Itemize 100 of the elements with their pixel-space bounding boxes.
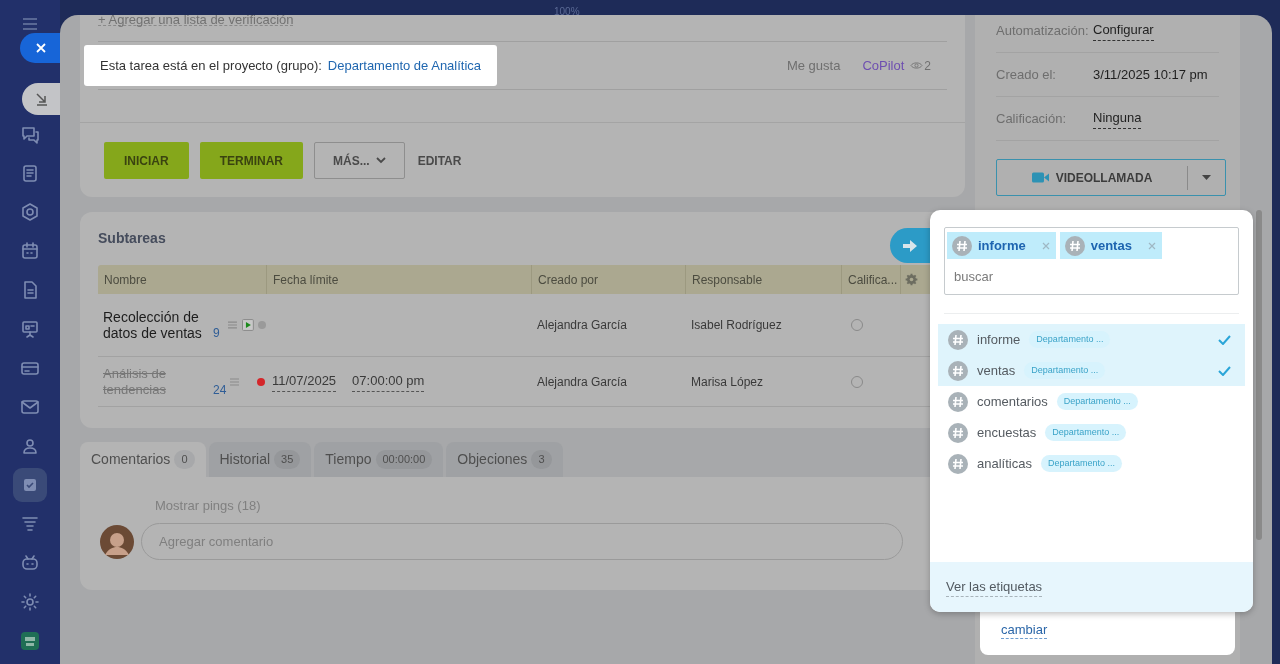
copilot-link[interactable]: CoPilot — [862, 55, 905, 76]
table-cell: Marisa López — [691, 374, 764, 389]
tag-option[interactable]: comentarios Departamento ... — [938, 386, 1245, 417]
hash-icon — [952, 235, 972, 256]
views-count: 2 — [924, 57, 931, 75]
menu-icon[interactable] — [22, 18, 38, 30]
tag-name: comentarios — [977, 392, 1048, 411]
settings-icon[interactable] — [905, 273, 918, 286]
funnel-icon — [20, 514, 40, 534]
column-header[interactable]: Califica... — [841, 265, 900, 294]
hash-icon — [948, 391, 968, 412]
tag-name: informe — [977, 330, 1021, 349]
tag-chip[interactable]: ventas — [1059, 232, 1162, 259]
detail-value: 3/11/2025 10:17 pm — [1093, 65, 1208, 84]
group-badge: Departamento ... — [1045, 424, 1127, 441]
search-field[interactable]: buscar — [947, 263, 1236, 289]
video-camera-icon — [1031, 172, 1049, 183]
more-button[interactable]: MÁS... — [314, 142, 405, 179]
tab-count: 3 — [531, 450, 552, 469]
detail-label: Creado el: — [996, 65, 1057, 84]
play-icon[interactable] — [242, 319, 255, 331]
robot-icon — [20, 553, 40, 573]
people-icon — [20, 436, 40, 456]
presentation-icon — [20, 319, 40, 339]
close-icon — [35, 42, 47, 54]
tag-name: ventas — [977, 361, 1016, 380]
like-link[interactable]: Me gusta — [786, 55, 841, 76]
action-button[interactable]: INICIAR — [104, 142, 189, 179]
tag-option[interactable]: encuestas Departamento ... — [938, 417, 1245, 448]
tag-chip-label: informe — [978, 236, 1026, 255]
eye-icon — [910, 61, 924, 70]
remove-icon[interactable] — [1041, 241, 1050, 250]
table-cell: Alejandra García — [537, 374, 628, 389]
mail-icon — [20, 397, 40, 417]
caret-icon — [375, 157, 386, 164]
tab-count: 35 — [274, 450, 301, 469]
detail-label: Automatización: — [996, 21, 1090, 40]
group-badge: Departamento ... — [1024, 362, 1106, 379]
close-button[interactable] — [20, 33, 62, 63]
action-button[interactable]: TERMINAR — [199, 142, 303, 179]
download-icon — [35, 92, 49, 106]
deadline-date[interactable]: 11/07/2025 — [272, 371, 337, 392]
column-header[interactable]: Responsable — [685, 265, 841, 294]
remove-icon[interactable] — [1147, 241, 1156, 250]
view-tags-link[interactable]: Ver las etiquetas — [946, 576, 1043, 598]
tab[interactable]: Comentarios 0 — [80, 442, 206, 477]
tag-chip[interactable]: informe — [947, 232, 1056, 259]
deadline-time[interactable]: 07:00:00 pm — [352, 371, 425, 392]
column-header[interactable]: Creado por — [531, 265, 685, 294]
group-badge: Departamento ... — [1040, 455, 1122, 472]
collapse-button[interactable] — [22, 83, 62, 115]
column-header[interactable]: Nombre — [98, 265, 266, 294]
column-header[interactable]: Fecha límite — [266, 265, 531, 294]
caret-icon[interactable] — [1202, 175, 1211, 180]
detail-link[interactable]: Configurar — [1093, 20, 1154, 41]
sidebar-item[interactable] — [13, 468, 47, 502]
subtask-count: 24 — [213, 381, 227, 398]
avatar — [100, 524, 134, 559]
check-icon — [1218, 334, 1231, 345]
tag-option[interactable]: ventas Departamento ... — [938, 355, 1245, 386]
detail-link[interactable]: Ninguna — [1093, 108, 1142, 129]
tag-name: encuestas — [977, 423, 1037, 442]
section-title: Subtareas — [98, 229, 166, 248]
add-checklist-link[interactable]: + Agregar una lista de verificación — [98, 15, 294, 26]
change-link[interactable]: cambiar — [1001, 621, 1048, 639]
subtask-name[interactable]: Análisis de tendencias — [103, 365, 207, 398]
table-cell: Isabel Rodríguez — [691, 318, 782, 332]
check-icon — [1218, 365, 1231, 376]
table-cell: Alejandra García — [537, 318, 628, 332]
tab[interactable]: Tiempo 00:00:00 — [314, 442, 444, 477]
chat-icon — [20, 124, 40, 144]
detail-label: Calificación: — [996, 109, 1068, 128]
project-label: Esta tarea está en el proyecto (grupo): — [100, 56, 322, 75]
tab[interactable]: Objeciones 3 — [446, 442, 563, 477]
hash-icon — [948, 453, 968, 474]
tab-count: 0 — [174, 450, 195, 469]
tag-option[interactable]: analíticas Departamento ... — [938, 448, 1245, 479]
tag-name: analíticas — [977, 454, 1032, 473]
hash-icon — [948, 360, 968, 381]
hash-icon — [948, 422, 968, 443]
tab[interactable]: Historial 35 — [208, 442, 312, 477]
settings-icon — [20, 592, 40, 612]
app-icon — [20, 631, 40, 651]
tag-option[interactable]: informe Departamento ... — [938, 324, 1245, 355]
tag-search-field[interactable]: informe ventas buscar — [944, 227, 1239, 295]
group-badge: Departamento ... — [1056, 393, 1138, 410]
tag-chip-label: ventas — [1090, 236, 1132, 255]
tab-count: 00:00:00 — [375, 450, 433, 469]
project-link[interactable]: Departamento de Analítica — [327, 55, 482, 76]
edit-button[interactable]: EDITAR — [415, 142, 464, 179]
calendar-icon — [20, 241, 40, 261]
hash-icon — [948, 329, 968, 350]
subtask-count: 9 — [213, 325, 220, 341]
videocall-button[interactable]: VIDEOLLAMADA — [996, 159, 1226, 196]
hash-icon — [1064, 235, 1085, 256]
arrow-icon — [902, 238, 918, 253]
document-icon — [20, 163, 40, 183]
group-badge: Departamento ... — [1029, 331, 1111, 348]
hexagon-icon — [20, 202, 40, 222]
subtask-name[interactable]: Recolección de datos de ventas — [103, 309, 207, 341]
